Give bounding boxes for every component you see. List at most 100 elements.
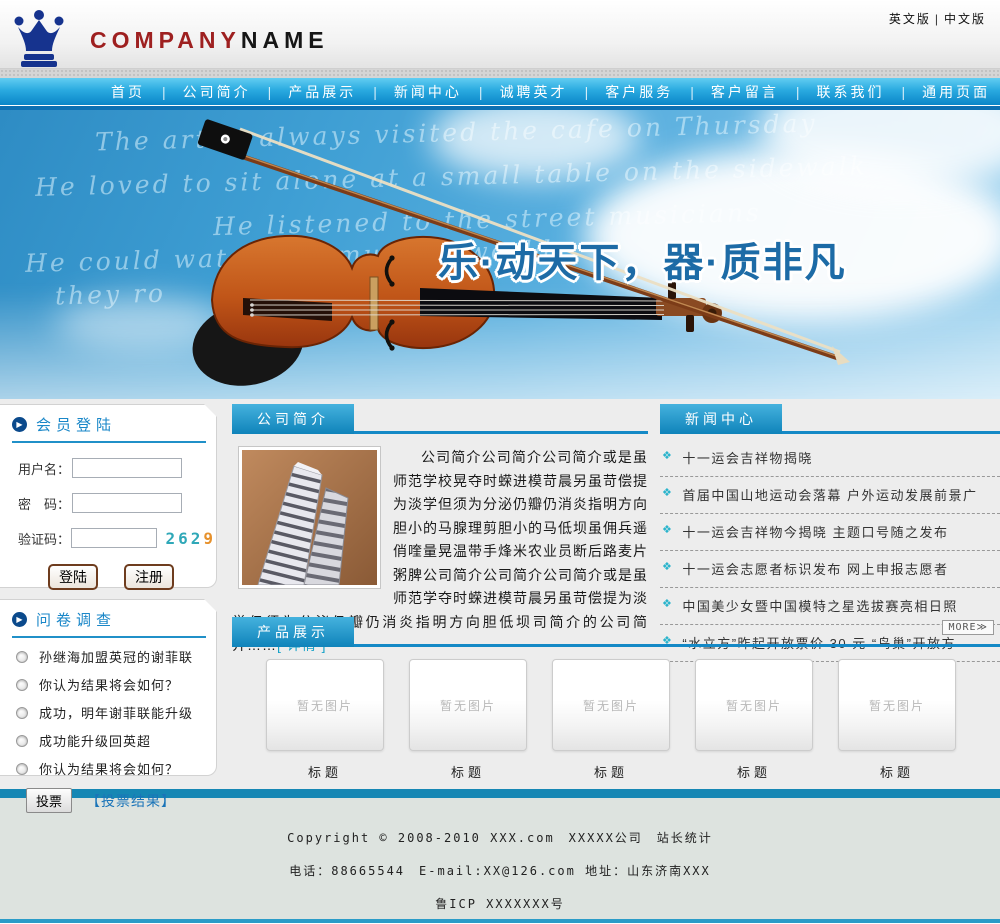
nav-item-guestbook[interactable]: 客户留言 <box>696 82 794 102</box>
nav-separator: | <box>160 84 168 100</box>
news-item[interactable]: ❖ 十一运会吉祥物今揭晓 主题口号随之发布 <box>660 514 1000 551</box>
survey-option-label: 孙继海加盟英冠的谢菲联 <box>39 647 193 666</box>
register-button[interactable]: 注册 <box>124 564 174 590</box>
vote-row: 投票 【投票结果】 <box>26 788 216 813</box>
nav-separator: | <box>371 84 379 100</box>
nav-item-products[interactable]: 产品展示 <box>273 82 371 102</box>
username-input[interactable] <box>72 458 182 478</box>
arrow-bullet-icon: ▶ <box>12 417 27 432</box>
nav-item-jobs[interactable]: 诚聘英才 <box>485 82 583 102</box>
product-card[interactable]: 暂无图片 标题 <box>838 659 956 781</box>
password-label: 密 码： <box>18 494 72 513</box>
company-intro-header: 公司简介 <box>232 404 648 434</box>
nav-separator: | <box>477 84 485 100</box>
radio-button[interactable] <box>16 735 28 747</box>
corner-fold <box>204 599 217 612</box>
more-button[interactable]: MORE≫ <box>942 620 994 635</box>
captcha-row: 验证码： 2629 <box>18 528 216 548</box>
nav-item-contact[interactable]: 联系我们 <box>801 82 899 102</box>
nav-item-home[interactable]: 首页 <box>96 82 160 102</box>
survey-option-label: 成功，明年谢菲联能升级 <box>39 703 193 722</box>
nav-item-general[interactable]: 通用页面 <box>907 82 1000 102</box>
diamond-bullet-icon: ❖ <box>662 559 673 575</box>
lang-separator: | <box>935 12 940 26</box>
news-item[interactable]: ❖ 十一运会志愿者标识发布 网上申报志愿者 <box>660 551 1000 588</box>
products-tab[interactable]: 产品展示 <box>232 617 354 647</box>
diamond-bullet-icon: ❖ <box>662 485 673 501</box>
survey-option-label: 你认为结果将会如何？ <box>39 759 179 778</box>
news-item[interactable]: ❖ 首届中国山地运动会落幕 户外运动发展前景广 <box>660 477 1000 514</box>
nav-separator: | <box>794 84 802 100</box>
news-tab[interactable]: 新闻中心 <box>660 404 782 434</box>
nav-separator: | <box>266 84 274 100</box>
footer-bottom-bar <box>0 919 1000 923</box>
radio-button[interactable] <box>16 651 28 663</box>
products-header: 产品展示 MORE≫ <box>232 617 1000 647</box>
header-divider-strip <box>0 68 1000 78</box>
diamond-bullet-icon: ❖ <box>662 522 673 538</box>
banner-slogan: 乐·动天下，器·质非凡 <box>438 230 847 288</box>
survey-option-label: 成功能升级回英超 <box>39 731 151 750</box>
crown-logo-icon <box>10 8 68 75</box>
vote-button[interactable]: 投票 <box>26 788 72 813</box>
company-logo-black: NAME <box>241 27 329 53</box>
company-logo-red: COMPANY <box>90 27 241 53</box>
survey-option-label: 你认为结果将会如何？ <box>39 675 179 694</box>
password-row: 密 码： <box>18 493 216 513</box>
member-login-panel: ▶ 会员登陆 用户名： 密 码： 验证码： 2629 登陆 注册 <box>0 404 217 588</box>
company-logo-text: COMPANYNAME <box>90 27 329 54</box>
username-row: 用户名： <box>18 458 216 478</box>
news-header: 新闻中心 <box>660 404 1000 434</box>
captcha-label: 验证码： <box>18 529 71 548</box>
company-intro-tab[interactable]: 公司简介 <box>232 404 354 434</box>
survey-option: 成功能升级回英超 <box>16 731 216 750</box>
diamond-bullet-icon: ❖ <box>662 448 673 464</box>
main-navigation: 首页 | 公司简介 | 产品展示 | 新闻中心 | 诚聘英才 | 客户服务 | … <box>0 78 1000 106</box>
product-image-placeholder: 暂无图片 <box>695 659 813 751</box>
products-section: 产品展示 MORE≫ 暂无图片 标题 暂无图片 标题 暂无图片 标题 <box>232 617 1000 781</box>
product-caption[interactable]: 标题 <box>838 762 956 781</box>
captcha-code: 2629 <box>165 529 216 548</box>
nav-item-service[interactable]: 客户服务 <box>590 82 688 102</box>
nav-separator: | <box>899 84 907 100</box>
product-caption[interactable]: 标题 <box>552 762 670 781</box>
product-caption[interactable]: 标题 <box>409 762 527 781</box>
nav-separator: | <box>583 84 591 100</box>
survey-panel: ▶ 问卷调查 孙继海加盟英冠的谢菲联 你认为结果将会如何？ 成功，明年谢菲联能升… <box>0 599 217 776</box>
product-card[interactable]: 暂无图片 标题 <box>695 659 813 781</box>
contact-line: 电话：88665544 E-mail:XX@126.com 地址：山东济南XXX <box>0 862 1000 879</box>
nav-item-about[interactable]: 公司简介 <box>168 82 266 102</box>
password-input[interactable] <box>72 493 182 513</box>
login-button[interactable]: 登陆 <box>48 564 98 590</box>
nav-item-news[interactable]: 新闻中心 <box>379 82 477 102</box>
news-item[interactable]: ❖ 十一运会吉祥物揭晓 <box>660 440 1000 477</box>
product-image-placeholder: 暂无图片 <box>552 659 670 751</box>
lang-link-english[interactable]: 英文版 <box>889 12 931 26</box>
radio-button[interactable] <box>16 679 28 691</box>
arrow-bullet-icon: ▶ <box>12 612 27 627</box>
radio-button[interactable] <box>16 707 28 719</box>
survey-option: 你认为结果将会如何？ <box>16 759 216 778</box>
product-caption[interactable]: 标题 <box>695 762 813 781</box>
product-card[interactable]: 暂无图片 标题 <box>552 659 670 781</box>
product-image-placeholder: 暂无图片 <box>409 659 527 751</box>
lang-link-chinese[interactable]: 中文版 <box>944 12 986 26</box>
news-item-title: 中国美少女暨中国模特之星选拔赛亮相日照 <box>682 596 958 615</box>
radio-button[interactable] <box>16 763 28 775</box>
icp-line: 鲁ICP XXXXXXX号 <box>0 895 1000 912</box>
member-login-header: ▶ 会员登陆 <box>12 414 206 443</box>
product-caption[interactable]: 标题 <box>266 762 384 781</box>
captcha-input[interactable] <box>71 528 157 548</box>
hero-banner: The artist always visited the cafe on Th… <box>0 110 1000 399</box>
product-card[interactable]: 暂无图片 标题 <box>409 659 527 781</box>
news-item-title: 首届中国山地运动会落幕 户外运动发展前景广 <box>682 485 977 504</box>
news-item-title: 十一运会吉祥物揭晓 <box>682 448 813 467</box>
copyright-line: Copyright © 2008-2010 XXX.com XXXXX公司 站长… <box>0 829 1000 846</box>
main-content: ▶ 会员登陆 用户名： 密 码： 验证码： 2629 登陆 注册 ▶ 问卷调查 <box>0 399 1000 789</box>
company-photo <box>238 446 381 589</box>
vote-results-link[interactable]: 【投票结果】 <box>86 791 176 811</box>
product-image-placeholder: 暂无图片 <box>266 659 384 751</box>
product-card[interactable]: 暂无图片 标题 <box>266 659 384 781</box>
corner-fold <box>204 404 217 417</box>
language-switcher: 英文版 | 中文版 <box>889 10 986 27</box>
